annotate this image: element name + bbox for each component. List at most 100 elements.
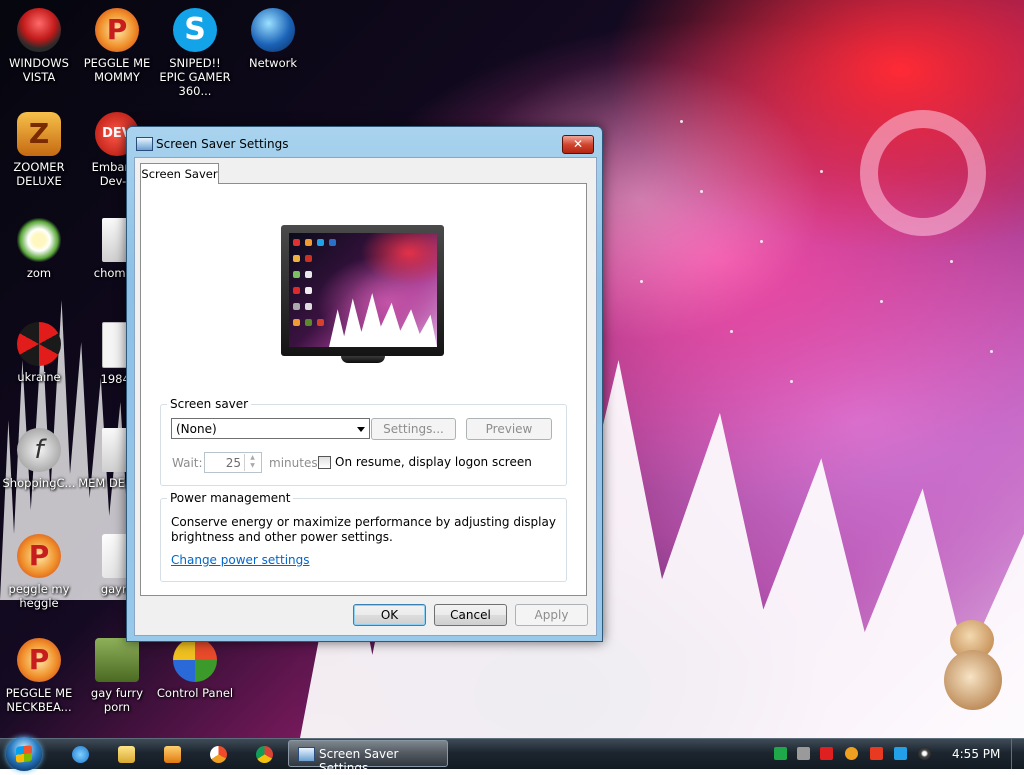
monitor-icon <box>136 137 153 151</box>
cancel-button[interactable]: Cancel <box>434 604 507 626</box>
desktop-icon-peggle-my-heggle[interactable]: P peggle my heggle <box>0 534 78 610</box>
ie-icon <box>72 746 89 763</box>
desktop-icon-shoppingc[interactable]: f ShoppingC... <box>0 428 78 490</box>
media-player-icon <box>164 746 181 763</box>
taskbar-pin-explorer[interactable] <box>106 742 146 766</box>
taskbar-item-screen-saver-settings[interactable]: Screen Saver Settings <box>288 740 448 775</box>
desktop-icon-label: Control Panel <box>156 686 234 700</box>
chevron-up-icon[interactable]: ▲ <box>245 454 260 462</box>
screen-saver-selected: (None) <box>176 422 217 436</box>
desktop-icon-network[interactable]: Network <box>234 8 312 70</box>
preview-button[interactable]: Preview <box>466 418 552 440</box>
desktop-icon-windows-vista[interactable]: WINDOWS VISTA <box>0 8 78 84</box>
taskbar-pin-chrome[interactable] <box>244 742 284 766</box>
windows-logo-icon <box>16 745 32 763</box>
power-management-legend: Power management <box>167 491 294 505</box>
wait-minutes-stepper[interactable]: 25 ▲ ▼ <box>204 452 262 473</box>
screen-saver-dropdown[interactable]: (None) <box>171 418 370 439</box>
desktop-icon-peggle-me-neckbea[interactable]: P PEGGLE ME NECKBEA... <box>0 638 78 714</box>
peggle-icon: P <box>17 638 61 682</box>
close-icon: ✕ <box>572 137 584 151</box>
flash-icon: f <box>17 428 61 472</box>
desktop-icon-label: PEGGLE ME NECKBEA... <box>5 686 73 714</box>
skype-icon: S <box>173 8 217 52</box>
resume-logon-checkbox[interactable] <box>318 456 331 469</box>
flower-icon <box>17 218 61 262</box>
chevron-down-icon[interactable]: ▼ <box>245 462 260 470</box>
ok-button[interactable]: OK <box>353 604 426 626</box>
taskbar-pin-media-player[interactable] <box>152 742 192 766</box>
desktop: WINDOWS VISTA P PEGGLE ME MOMMY S SNIPED… <box>0 0 1024 738</box>
taskbar-pin-ie[interactable] <box>60 742 100 766</box>
desktop-icon-gay-furry-porn[interactable]: gay furry porn <box>78 638 156 714</box>
hamster-gadget[interactable] <box>944 620 1004 712</box>
desktop-icon-label: peggle my heggle <box>8 582 70 610</box>
power-management-group: Power management Conserve energy or maxi… <box>160 491 567 582</box>
settings-button[interactable]: Settings... <box>371 418 456 440</box>
tray-flag-icon[interactable] <box>870 747 883 760</box>
desktop-icon-label: ShoppingC... <box>2 476 76 490</box>
desktop-icon-label: SNIPED!! EPIC GAMER 360... <box>159 56 231 98</box>
monitor-stand <box>341 356 385 363</box>
taskbar-item-label: Screen Saver Settings <box>319 747 399 775</box>
network-icon <box>251 8 295 52</box>
chevron-down-icon <box>357 427 365 432</box>
desktop-icon-zoomer-deluxe[interactable]: Z ZOOMER DELUXE <box>0 112 78 188</box>
desktop-icon-sniped[interactable]: S SNIPED!! EPIC GAMER 360... <box>156 8 234 98</box>
show-desktop-button[interactable] <box>1011 739 1024 769</box>
desktop-icon-label: ZOOMER DELUXE <box>13 160 65 188</box>
zoomer-icon: Z <box>17 112 61 156</box>
desktop-icon-peggle-me-mommy[interactable]: P PEGGLE ME MOMMY <box>78 8 156 84</box>
screen-saver-group-legend: Screen saver <box>167 397 252 411</box>
desktop-icon-label: ukraine <box>17 370 61 384</box>
change-power-settings-link[interactable]: Change power settings <box>171 553 310 567</box>
tray-volume-icon[interactable] <box>918 747 931 760</box>
screen-saver-preview-monitor <box>281 225 444 363</box>
peggle-icon: P <box>95 8 139 52</box>
windows-vista-icon <box>17 8 61 52</box>
desktop-icon-control-panel[interactable]: Control Panel <box>156 638 234 700</box>
box-icon <box>95 638 139 682</box>
tray-search-icon[interactable] <box>845 747 858 760</box>
chrome-icon <box>256 746 273 763</box>
monitor-icon <box>298 747 315 762</box>
desktop-icon-label: WINDOWS VISTA <box>9 56 69 84</box>
explorer-icon <box>118 746 135 763</box>
wallpaper-swirl <box>860 110 986 236</box>
monitor-preview-screen <box>289 233 437 347</box>
paint-icon <box>210 746 227 763</box>
wait-label: Wait: <box>172 456 203 470</box>
dialog-titlebar[interactable]: Screen Saver Settings ✕ <box>127 127 602 157</box>
start-button[interactable] <box>6 737 42 771</box>
dialog-client-area: Screen Saver Screen saver (None) Setting… <box>134 157 597 636</box>
power-management-description: Conserve energy or maximize performance … <box>171 515 556 544</box>
desktop-icon-label: zom <box>26 266 52 280</box>
tray-antivirus-icon[interactable] <box>820 747 833 760</box>
taskbar-pin-paint[interactable] <box>198 742 238 766</box>
desktop-icon-label: Network <box>248 56 298 70</box>
desktop-icon-label: gay furry porn <box>90 686 144 714</box>
tray-network-icon[interactable] <box>797 747 810 760</box>
taskbar: Screen Saver Settings 4:55 PM <box>0 737 1024 775</box>
desktop-icon-label: PEGGLE ME MOMMY <box>83 56 151 84</box>
taskbar-clock[interactable]: 4:55 PM <box>952 747 1000 761</box>
control-panel-icon <box>173 638 217 682</box>
minutes-label: minutes <box>269 456 318 470</box>
desktop-icon-ukraine[interactable]: ukraine <box>0 322 78 384</box>
tab-page: Screen saver (None) Settings... Preview … <box>140 183 587 596</box>
radiation-icon <box>17 322 61 366</box>
dialog-title: Screen Saver Settings <box>156 137 289 151</box>
tray-green-icon[interactable] <box>774 747 787 760</box>
stepper-arrows[interactable]: ▲ ▼ <box>244 454 260 471</box>
peggle-icon: P <box>17 534 61 578</box>
desktop-icon-zom[interactable]: zom <box>0 218 78 280</box>
resume-logon-label[interactable]: On resume, display logon screen <box>335 455 532 469</box>
apply-button[interactable]: Apply <box>515 604 588 626</box>
close-button[interactable]: ✕ <box>562 135 594 154</box>
screen-saver-settings-dialog[interactable]: Screen Saver Settings ✕ Screen Saver Scr… <box>126 126 603 642</box>
tab-screen-saver[interactable]: Screen Saver <box>140 163 219 184</box>
monitor-bezel <box>281 225 444 356</box>
screen-saver-group: Screen saver (None) Settings... Preview … <box>160 397 567 486</box>
tray-display-icon[interactable] <box>894 747 907 760</box>
wait-value: 25 <box>225 456 241 470</box>
